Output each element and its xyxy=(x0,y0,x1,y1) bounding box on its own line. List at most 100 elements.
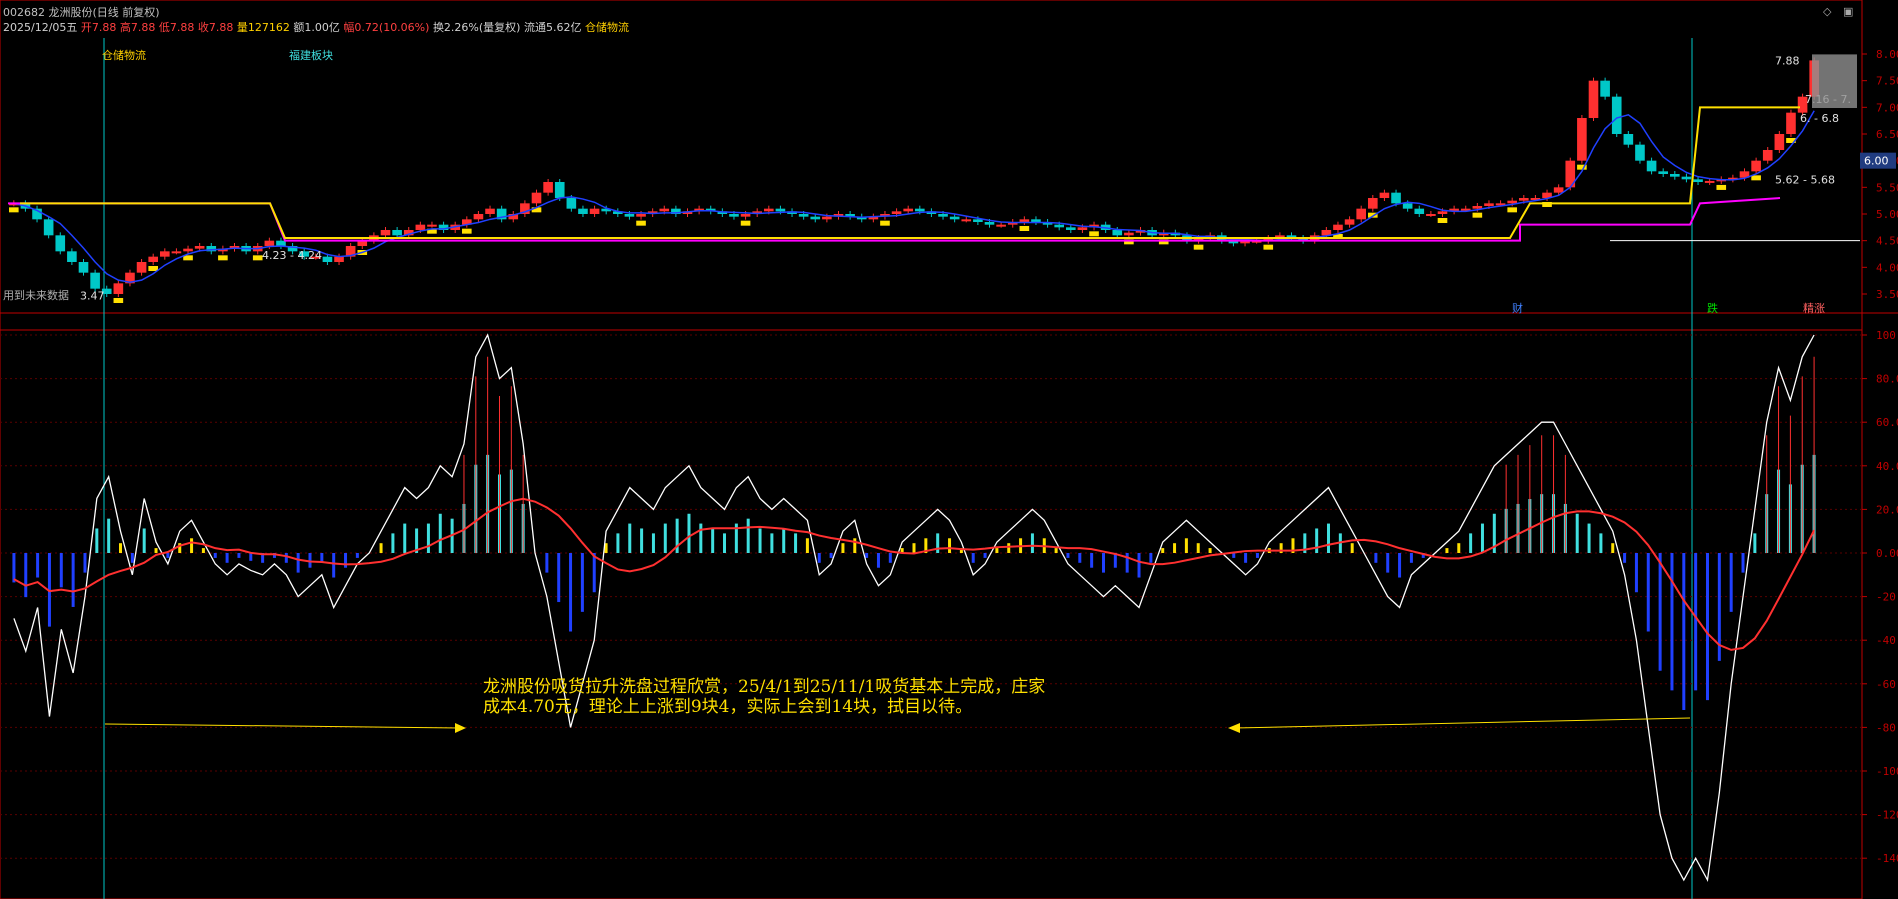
support-block xyxy=(1507,207,1517,213)
finance-marker[interactable]: 财 xyxy=(1512,300,1523,316)
arrow-left-head xyxy=(455,723,466,733)
candle-body xyxy=(1623,134,1634,145)
candle-body xyxy=(531,192,542,204)
candle-body xyxy=(1426,214,1436,216)
candle-body xyxy=(90,272,100,289)
quote-open: 开7.88 xyxy=(80,21,117,34)
sector-tag-logistics: 仓储物流 xyxy=(102,49,146,62)
candle-body xyxy=(113,283,124,294)
support-block xyxy=(1019,226,1030,231)
candle-body xyxy=(183,248,193,252)
candle-body xyxy=(1704,180,1715,183)
candle-body xyxy=(659,208,670,212)
candle-body xyxy=(1670,174,1680,177)
quote-low: 低7.88 xyxy=(158,21,195,34)
candle-body xyxy=(148,256,158,262)
candle-body xyxy=(1437,211,1448,214)
price-tick-label: 7.50 xyxy=(1876,75,1898,88)
future-data-warning: 用到未来数据 xyxy=(3,289,69,302)
candle-body xyxy=(380,230,391,236)
candle-body xyxy=(1519,198,1529,201)
candle-body xyxy=(1635,144,1645,161)
candle-body xyxy=(78,262,89,273)
candle-body xyxy=(43,219,54,236)
price-tick-label: 4.50 xyxy=(1876,235,1898,248)
price-tick-label: 4.00 xyxy=(1876,261,1898,274)
range-label: 5.62 - 5.68 xyxy=(1775,173,1835,186)
diamond-icon[interactable]: ◇ xyxy=(1823,5,1831,18)
quote-amount: 额1.00亿 xyxy=(293,21,340,34)
candle-body xyxy=(1112,230,1123,236)
candle-body xyxy=(1402,203,1413,209)
candle-body xyxy=(1414,208,1425,214)
candle-body xyxy=(938,214,948,217)
support-block xyxy=(636,220,646,226)
candle-body xyxy=(1054,224,1064,228)
support-block xyxy=(1716,184,1727,190)
osc-tick-label: -120 xyxy=(1876,809,1898,822)
chart-canvas: 8.00 7.50 7.00 6.50 6.00 5.50 5.00 4.50 4.00 3.50… xyxy=(0,0,1898,899)
arrow-right-head xyxy=(1228,723,1240,733)
osc-tick-label: 60.0 xyxy=(1876,416,1898,429)
candle-body xyxy=(554,182,565,198)
candle-body xyxy=(1600,80,1610,97)
candle-body xyxy=(485,208,495,214)
panel-toggle-icon[interactable]: ▣ xyxy=(1843,5,1853,18)
current-price-label: 6.00 xyxy=(1864,155,1889,168)
support-block xyxy=(740,220,751,226)
arrow-left-shaft xyxy=(104,723,461,729)
price-tick-label: 8.00 xyxy=(1876,48,1898,61)
candle-body xyxy=(1553,187,1564,193)
support-block xyxy=(1089,231,1099,237)
candle-body xyxy=(891,211,902,214)
channel-yellow xyxy=(20,106,1800,239)
candle-body xyxy=(973,219,983,222)
candle-body xyxy=(1774,134,1785,150)
osc-tick-label: 40.0 xyxy=(1876,460,1898,473)
quote-close: 收7.88 xyxy=(197,21,234,34)
candle-body xyxy=(1681,176,1692,180)
candle-body xyxy=(949,216,960,220)
candle-body xyxy=(729,214,739,217)
candle-body xyxy=(1333,224,1343,230)
fall-marker[interactable]: 跌 xyxy=(1707,300,1718,316)
candle-body xyxy=(1762,150,1773,161)
quote-volume: 量127162 xyxy=(236,21,290,34)
candle-body xyxy=(136,262,147,273)
support-block xyxy=(462,228,472,234)
range-label: 6. - 6.8 xyxy=(1800,112,1839,125)
candle-body xyxy=(1356,208,1366,220)
candle-body xyxy=(1658,171,1668,174)
quote-float: 流通5.62亿 xyxy=(523,21,582,34)
support-block xyxy=(148,266,158,271)
candle-body xyxy=(1472,206,1483,209)
candle-body xyxy=(961,219,972,222)
candle-body xyxy=(1379,192,1390,198)
quote-change: 幅0.72(10.06%) xyxy=(343,21,430,34)
candle-body xyxy=(578,208,588,214)
osc-tick-label: -60.0 xyxy=(1876,678,1898,691)
candle-body xyxy=(1507,200,1517,204)
support-block xyxy=(1263,244,1274,250)
chart-title: 002682 龙洲股份(日线 前复权) xyxy=(3,4,160,20)
candle-body xyxy=(740,214,751,217)
range-label: 4.23 - 4.24 xyxy=(262,249,322,262)
candle-body xyxy=(996,224,1006,227)
candle-body xyxy=(334,256,344,262)
candle-body xyxy=(1577,118,1587,161)
candle-body xyxy=(322,256,333,262)
support-block xyxy=(1472,212,1483,218)
price-zone-box xyxy=(1812,54,1857,108)
candle-body xyxy=(171,251,182,254)
candle-body xyxy=(543,182,553,193)
osc-tick-label: -100 xyxy=(1876,765,1898,778)
candle-body xyxy=(1368,198,1378,209)
osc-tick-label: 0.00 xyxy=(1876,547,1898,560)
annotation-line-2: 成本4.70元，理论上上涨到9块4，实际上会到14块，拭目以待。 xyxy=(483,697,973,717)
support-block xyxy=(9,207,19,213)
rise-marker[interactable]: 精涨 xyxy=(1803,300,1825,316)
osc-tick-label: -140 xyxy=(1876,852,1898,865)
support-block xyxy=(880,220,890,226)
price-tick-label: 3.50 xyxy=(1876,288,1898,301)
osc-white-line xyxy=(13,333,1815,883)
